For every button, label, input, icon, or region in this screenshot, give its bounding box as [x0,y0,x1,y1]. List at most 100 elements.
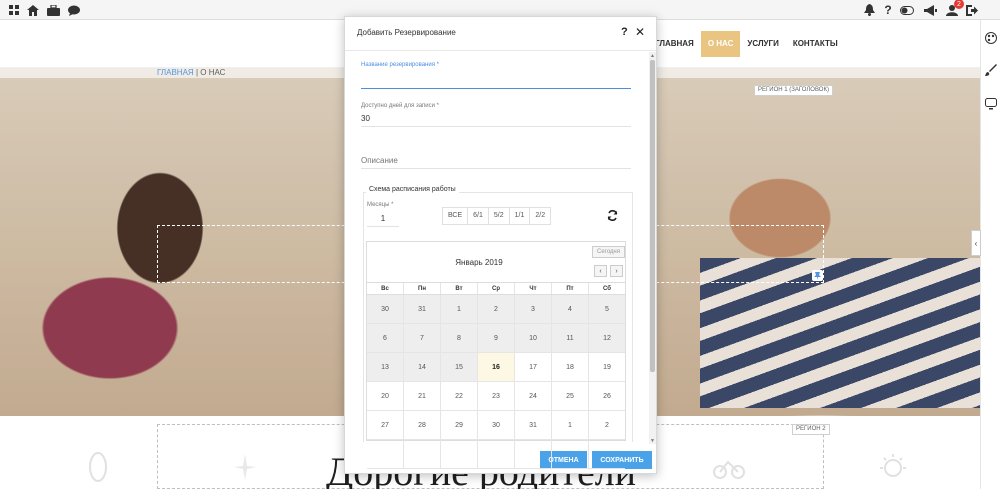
calendar-week-row: 13 14 15 16 17 18 19 [367,353,625,382]
right-utility-sidebar [980,20,1000,489]
calendar-day[interactable]: 16 [478,353,515,381]
calendar-day[interactable] [367,440,404,468]
pattern-5-2[interactable]: 5/2 [489,208,510,224]
schedule-legend: Схема расписания работы [366,186,459,193]
pattern-all[interactable]: ВСЕ [443,208,469,224]
calendar-day[interactable]: 27 [367,411,404,439]
weekday-label: Чт [515,283,552,294]
toggle-icon[interactable] [899,2,915,18]
home-icon[interactable] [25,2,41,18]
calendar-day[interactable] [478,440,515,468]
calendar-day[interactable] [441,440,478,468]
dialog-title: Добавить Резервирование [357,28,456,37]
calendar-day[interactable]: 24 [515,382,552,410]
calendar-day[interactable]: 31 [404,295,441,323]
calendar-day[interactable]: 28 [404,411,441,439]
calendar-day[interactable]: 5 [589,295,625,323]
months-input[interactable] [367,211,399,227]
available-days-label: Доступно дней для записи * [361,103,439,109]
scroll-down-icon[interactable]: ▼ [649,437,656,444]
calendar-day[interactable] [589,440,625,468]
calendar-day[interactable]: 13 [367,353,404,381]
chat-icon[interactable] [66,2,82,18]
calendar-day[interactable]: 19 [589,353,625,381]
calendar-day[interactable]: 30 [478,411,515,439]
briefcase-icon[interactable] [45,2,61,18]
calendar-day[interactable]: 6 [367,324,404,352]
calendar-week-row: 30 31 1 2 3 4 5 [367,295,625,324]
calendar-day[interactable]: 7 [404,324,441,352]
calendar-grid: Вс Пн Вт Ср Чт Пт Сб 30 31 1 2 3 4 5 6 7 8 9 10 11 12 13 14 15 1… [367,282,625,469]
logout-icon[interactable] [964,2,980,18]
calendar-week-row [367,440,625,469]
weekday-label: Пт [552,283,589,294]
pattern-6-1[interactable]: 6/1 [468,208,489,224]
today-button[interactable]: Сегодня [592,246,625,258]
calendar-day[interactable]: 15 [441,353,478,381]
calendar-week-row: 20 21 22 23 24 25 26 [367,382,625,411]
pattern-2-2[interactable]: 2/2 [530,208,550,224]
calendar-day[interactable]: 4 [552,295,589,323]
pattern-1-1[interactable]: 1/1 [510,208,531,224]
scroll-thumb[interactable] [650,60,655,372]
calendar-day[interactable]: 20 [367,382,404,410]
calendar-day[interactable]: 12 [589,324,625,352]
weekday-label: Пн [404,283,441,294]
calendar-day[interactable]: 22 [441,382,478,410]
notification-badge: 2 [954,0,964,9]
calendar-day[interactable] [515,440,552,468]
calendar-day[interactable]: 21 [404,382,441,410]
available-days-input[interactable] [361,111,631,127]
weekday-label: Вс [367,283,404,294]
calendar-day[interactable]: 29 [441,411,478,439]
users-icon[interactable]: 2 [944,0,964,18]
help-button[interactable]: ? [621,26,628,38]
calendar-day[interactable]: 9 [478,324,515,352]
calendar-day[interactable]: 8 [441,324,478,352]
calendar-day[interactable]: 3 [515,295,552,323]
bell-icon[interactable] [861,2,877,18]
dialog-scrollbar[interactable]: ▲ ▼ [649,52,656,444]
calendar-day[interactable]: 2 [478,295,515,323]
brush-icon[interactable] [983,62,999,78]
calendar-day[interactable]: 30 [367,295,404,323]
help-icon[interactable]: ? [880,2,896,18]
calendar-day[interactable]: 25 [552,382,589,410]
weekday-label: Вт [441,283,478,294]
close-icon[interactable]: ✕ [635,25,645,39]
calendar-day[interactable]: 17 [515,353,552,381]
calendar-day[interactable]: 23 [478,382,515,410]
calendar-week-row: 27 28 29 30 31 1 2 [367,411,625,440]
calendar-day[interactable]: 1 [441,295,478,323]
schedule-pattern-selector: ВСЕ 6/1 5/2 1/1 2/2 [442,207,552,225]
calendar-day[interactable]: 31 [515,411,552,439]
calendar-week-row: 6 7 8 9 10 11 12 [367,324,625,353]
reservation-name-input[interactable] [361,73,631,89]
next-month-button[interactable]: › [610,265,623,277]
grid-icon[interactable] [6,2,22,18]
megaphone-icon[interactable] [922,2,938,18]
weekday-label: Сб [603,285,611,292]
weekday-header-row: Вс Пн Вт Ср Чт Пт Сб [367,282,625,295]
calendar-month-title: Январь 2019 [455,258,503,267]
calendar-day[interactable]: 1 [552,411,589,439]
scroll-up-icon[interactable]: ▲ [649,52,656,59]
prev-month-button[interactable]: ‹ [594,265,607,277]
calendar-day[interactable]: 10 [515,324,552,352]
calendar-day[interactable]: 11 [552,324,589,352]
calendar-day[interactable] [404,440,441,468]
calendar-day[interactable]: 14 [404,353,441,381]
calendar-day[interactable]: 26 [589,382,625,410]
palette-icon[interactable] [983,30,999,46]
dialog-header: Добавить Резервирование ? ✕ [345,17,656,51]
refresh-icon[interactable] [607,210,618,224]
weekday-label: Ср [478,283,515,294]
calendar: Сегодня Январь 2019 ‹ › Вс Пн Вт Ср Чт Пт Сб 30… [366,241,626,469]
description-input[interactable] [361,153,631,169]
calendar-day[interactable]: 2 [589,411,625,439]
reservation-name-label: Название резервирования * [361,62,439,68]
months-label: Месяцы * [367,202,394,208]
monitor-icon[interactable] [983,96,999,112]
calendar-day[interactable]: 18 [552,353,589,381]
calendar-day[interactable] [552,440,589,468]
